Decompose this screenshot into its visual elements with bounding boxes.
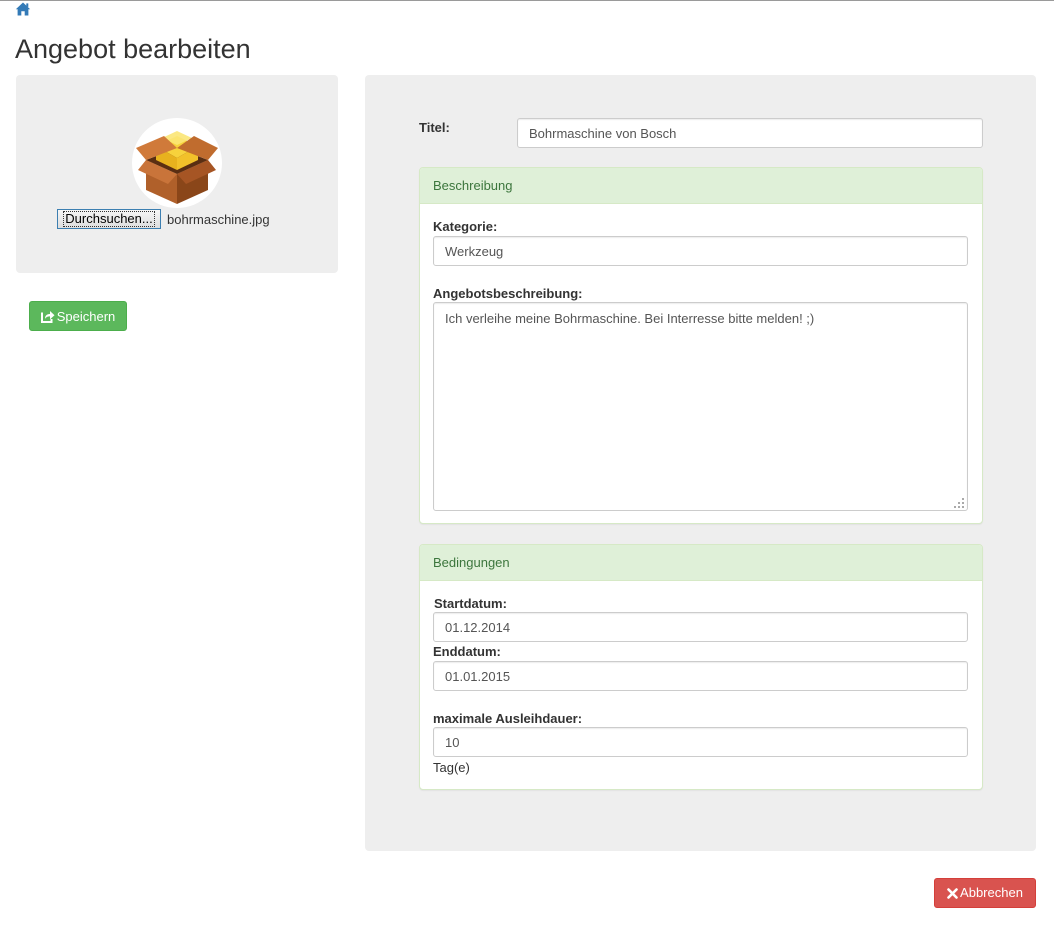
max-rental-duration-input[interactable] [433, 727, 968, 757]
resize-grip-icon[interactable] [953, 497, 965, 509]
category-input[interactable] [433, 236, 968, 266]
conditions-heading: Bedingungen [420, 545, 982, 581]
description-heading: Beschreibung [420, 168, 982, 204]
end-date-label: Enddatum: [433, 644, 501, 659]
package-box-icon [136, 131, 218, 204]
top-border [0, 0, 1054, 1]
start-date-input[interactable] [433, 612, 968, 642]
offer-description-label: Angebotsbeschreibung: [433, 286, 583, 301]
title-label: Titel: [419, 120, 450, 135]
save-button[interactable]: Speichern [29, 301, 127, 331]
selected-file-name: bohrmaschine.jpg [167, 212, 270, 227]
conditions-section: Bedingungen Startdatum: Enddatum: maxima… [419, 544, 983, 790]
end-date-input[interactable] [433, 661, 968, 691]
home-link[interactable] [15, 2, 31, 16]
offer-description-textarea[interactable]: Ich verleihe meine Bohrmaschine. Bei Int… [433, 302, 968, 511]
browse-file-label: Durchsuchen... [63, 211, 155, 227]
image-upload-panel: Durchsuchen... bohrmaschine.jpg [16, 75, 338, 273]
max-rental-duration-label: maximale Ausleihdauer: [433, 711, 583, 726]
share-save-icon [40, 311, 55, 323]
offer-form-panel: Titel: Beschreibung Kategorie: Angebotsb… [365, 75, 1036, 851]
title-input[interactable] [517, 118, 983, 148]
description-section: Beschreibung Kategorie: Angebotsbeschrei… [419, 167, 983, 524]
category-label: Kategorie: [433, 219, 498, 234]
save-label: Speichern [56, 309, 116, 324]
cancel-button[interactable]: Abbrechen [934, 878, 1036, 908]
cancel-label: Abbrechen [960, 885, 1023, 900]
start-date-label: Startdatum: [434, 596, 507, 611]
duration-unit-label: Tag(e) [433, 760, 470, 775]
offer-image [132, 118, 222, 208]
browse-file-button[interactable]: Durchsuchen... [57, 209, 161, 229]
close-x-icon [947, 888, 958, 899]
page-title: Angebot bearbeiten [15, 34, 251, 64]
home-icon [15, 2, 31, 16]
